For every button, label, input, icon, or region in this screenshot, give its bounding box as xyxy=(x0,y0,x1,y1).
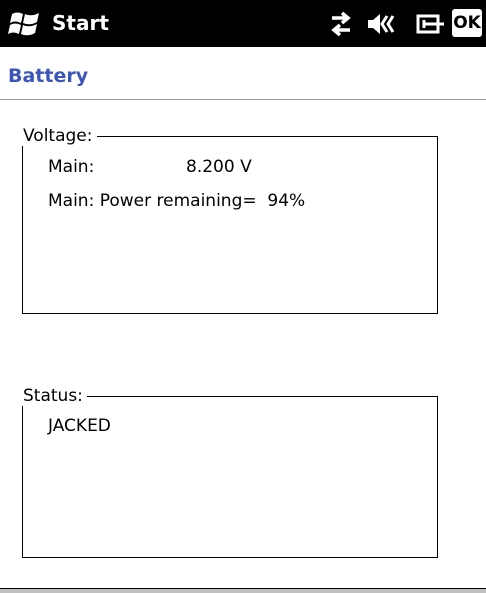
main-voltage-label: Main: xyxy=(48,157,95,177)
status-legend: Status: xyxy=(21,386,87,406)
power-remaining-text: Main: Power remaining= 94% xyxy=(48,191,306,211)
bottom-edge xyxy=(0,588,486,593)
network-sync-icon[interactable] xyxy=(326,10,356,38)
power-plug-icon[interactable] xyxy=(414,10,446,38)
taskbar: Start OK xyxy=(0,0,486,47)
speaker-muted-icon[interactable] xyxy=(365,10,397,38)
windows-logo-icon[interactable] xyxy=(8,9,42,39)
title-bar: Battery xyxy=(0,47,486,100)
voltage-legend: Voltage: xyxy=(21,126,97,146)
ok-button[interactable]: OK xyxy=(452,9,482,37)
start-button[interactable]: Start xyxy=(52,11,109,35)
main-voltage-value: 8.200 V xyxy=(186,157,252,177)
page-title: Battery xyxy=(8,65,89,87)
status-value: JACKED xyxy=(48,416,111,436)
